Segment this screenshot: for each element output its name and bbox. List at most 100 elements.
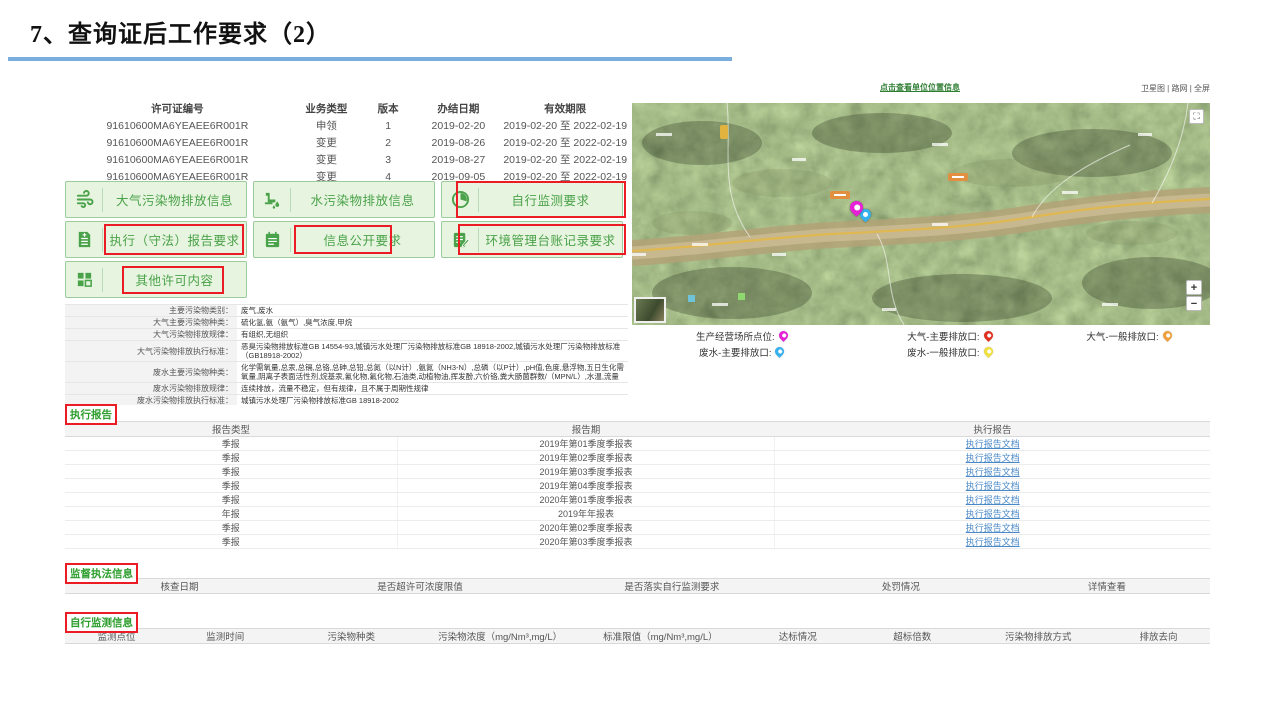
button-label: 其他许可内容 — [103, 270, 246, 289]
col-header: 排放去向 — [1107, 629, 1210, 644]
minimap-toggle[interactable] — [634, 297, 666, 323]
zoom-in-button[interactable]: + — [1186, 280, 1202, 295]
info-value: 恶臭污染物排放标准GB 14554-93,城镇污水处理厂污染物排放标准GB 18… — [237, 341, 628, 362]
legend-item: 大气-一般排放口: — [1048, 329, 1210, 343]
report-row: 季报2019年第04季度季报表执行报告文档 — [65, 479, 1210, 493]
slide: 7、查询证后工作要求（2） 许可证编号 业务类型 版本 办结日期 有效期限 91… — [0, 0, 1280, 720]
col-header: 许可证编号 — [65, 100, 290, 117]
permit-row[interactable]: 91610600MA6YEAEE6R001R变更32019-08-272019-… — [65, 151, 627, 168]
button-label: 环境管理台账记录要求 — [479, 230, 622, 249]
production-site-pin-icon — [777, 329, 790, 342]
information-disclosure-requirement-button[interactable]: 信息公开要求 — [253, 221, 435, 258]
page-title: 7、查询证后工作要求（2） — [30, 14, 331, 49]
report-row: 年报2019年年报表执行报告文档 — [65, 507, 1210, 521]
compliance-report-requirement-button[interactable]: 执行（守法）报告要求 — [65, 221, 247, 258]
satellite-map[interactable]: ⛶ + − — [632, 103, 1210, 325]
info-label: 废水主要污染物种类： — [65, 362, 237, 383]
report-section-title: 执行报告 — [65, 404, 117, 425]
other-permit-content-button[interactable]: 其他许可内容 — [65, 261, 247, 298]
permit-info-table: 主要污染物类别：废气,废水 大气主要污染物种类：硫化氢,氨（氨气）,臭气浓度,甲… — [65, 304, 628, 405]
report-table: 报告类型 报告期 执行报告 季报2019年第01季度季报表执行报告文档 季报20… — [65, 421, 1210, 549]
col-header: 有效期限 — [503, 100, 627, 117]
info-label: 大气污染物排放规律： — [65, 329, 237, 341]
monitoring-section-title: 自行监测信息 — [65, 612, 138, 633]
col-header: 污染物种类 — [283, 629, 420, 644]
self-monitoring-requirement-button[interactable]: 自行监测要求 — [441, 181, 623, 218]
report-row: 季报2019年第01季度季报表执行报告文档 — [65, 437, 1210, 451]
water-main-outlet-pin-icon — [774, 345, 787, 358]
col-header: 报告期 — [397, 422, 775, 437]
grid-squares-icon — [66, 270, 102, 289]
button-label: 信息公开要求 — [291, 230, 434, 249]
col-header: 污染物排放方式 — [970, 629, 1107, 644]
info-value: 硫化氢,氨（氨气）,臭气浓度,甲烷 — [237, 317, 628, 329]
button-label: 自行监测要求 — [479, 190, 622, 209]
info-label: 大气主要污染物种类： — [65, 317, 237, 329]
col-header: 污染物浓度（mg/Nm³,mg/L） — [420, 629, 580, 644]
legend-item: 大气-主要排放口: — [852, 329, 1049, 343]
air-emission-icon — [66, 190, 102, 209]
water-emission-icon — [254, 190, 290, 209]
report-row: 季报2019年第02季度季报表执行报告文档 — [65, 451, 1210, 465]
report-row: 季报2019年第03季度季报表执行报告文档 — [65, 465, 1210, 479]
air-general-outlet-pin-icon — [1161, 329, 1174, 342]
map-company-link[interactable]: 点击查看单位位置信息 — [700, 82, 1140, 93]
title-underline — [8, 57, 732, 61]
report-row: 季报2020年第03季度季报表执行报告文档 — [65, 535, 1210, 549]
monitoring-table: 监测点位 监测时间 污染物种类 污染物浓度（mg/Nm³,mg/L） 标准限值（… — [65, 628, 1210, 644]
col-header: 监测时间 — [168, 629, 283, 644]
report-row: 季报2020年第02季度季报表执行报告文档 — [65, 521, 1210, 535]
report-doc-link[interactable]: 执行报告文档 — [966, 439, 1020, 449]
col-header: 标准限值（mg/Nm³,mg/L） — [580, 629, 740, 644]
info-label: 主要污染物类别： — [65, 305, 237, 317]
legend-item: 废水-主要排放口: — [632, 345, 852, 359]
col-header: 是否落实自行监测要求 — [546, 579, 798, 594]
water-pollutant-emission-button[interactable]: 水污染物排放信息 — [253, 181, 435, 218]
report-doc-link[interactable]: 执行报告文档 — [966, 467, 1020, 477]
air-main-outlet-pin-icon — [982, 329, 995, 342]
environmental-ledger-requirement-button[interactable]: 环境管理台账记录要求 — [441, 221, 623, 258]
report-row: 季报2020年第01季度季报表执行报告文档 — [65, 493, 1210, 507]
col-header: 业务类型 — [290, 100, 363, 117]
legend-item: 废水-一般排放口: — [852, 345, 1049, 359]
button-label: 水污染物排放信息 — [291, 190, 434, 209]
col-header: 执行报告 — [775, 422, 1210, 437]
info-value: 废气,废水 — [237, 305, 628, 317]
report-document-icon — [66, 230, 102, 249]
col-header: 达标情况 — [741, 629, 856, 644]
air-pollutant-emission-button[interactable]: 大气污染物排放信息 — [65, 181, 247, 218]
info-label: 废水污染物排放规律： — [65, 383, 237, 395]
col-header: 版本 — [363, 100, 414, 117]
map-legend: 生产经营场所点位: 大气-主要排放口: 大气-一般排放口: 废水-主要排放口: … — [632, 329, 1210, 359]
col-header: 详情查看 — [1004, 579, 1210, 594]
report-doc-link[interactable]: 执行报告文档 — [966, 481, 1020, 491]
button-label: 执行（守法）报告要求 — [103, 230, 246, 249]
map-terrain — [632, 103, 1210, 325]
col-header: 超标倍数 — [855, 629, 970, 644]
info-value: 连续排放，流量不稳定，但有规律，且不属于周期性规律 — [237, 383, 628, 395]
permit-version-table: 许可证编号 业务类型 版本 办结日期 有效期限 91610600MA6YEAEE… — [65, 100, 627, 185]
col-header: 是否超许可浓度限值 — [294, 579, 546, 594]
info-value: 有组织,无组织 — [237, 329, 628, 341]
report-doc-link[interactable]: 执行报告文档 — [966, 509, 1020, 519]
supervision-table: 核查日期 是否超许可浓度限值 是否落实自行监测要求 处罚情况 详情查看 — [65, 578, 1210, 594]
info-value: 化学需氧量,总汞,总镉,总铬,总砷,总铅,总氮（以N计）,氨氮（NH3-N）,总… — [237, 362, 628, 383]
fullscreen-button[interactable]: ⛶ — [1189, 109, 1204, 124]
legend-item: 生产经营场所点位: — [632, 329, 852, 343]
calendar-icon — [254, 230, 290, 249]
report-doc-link[interactable]: 执行报告文档 — [966, 537, 1020, 547]
map-view-options[interactable]: 卫星图 | 路网 | 全屏 — [1141, 83, 1210, 94]
water-general-outlet-pin-icon — [982, 345, 995, 358]
info-value: 城镇污水处理厂污染物排放标准GB 18918-2002 — [237, 395, 628, 406]
permit-row[interactable]: 91610600MA6YEAEE6R001R申领12019-02-202019-… — [65, 117, 627, 134]
permit-row[interactable]: 91610600MA6YEAEE6R001R变更22019-08-262019-… — [65, 134, 627, 151]
info-label: 大气污染物排放执行标准： — [65, 341, 237, 362]
clock-icon — [442, 190, 478, 209]
report-doc-link[interactable]: 执行报告文档 — [966, 495, 1020, 505]
report-doc-link[interactable]: 执行报告文档 — [966, 523, 1020, 533]
col-header: 处罚情况 — [798, 579, 1004, 594]
zoom-out-button[interactable]: − — [1186, 296, 1202, 311]
button-label: 大气污染物排放信息 — [103, 190, 246, 209]
report-doc-link[interactable]: 执行报告文档 — [966, 453, 1020, 463]
col-header: 办结日期 — [413, 100, 503, 117]
